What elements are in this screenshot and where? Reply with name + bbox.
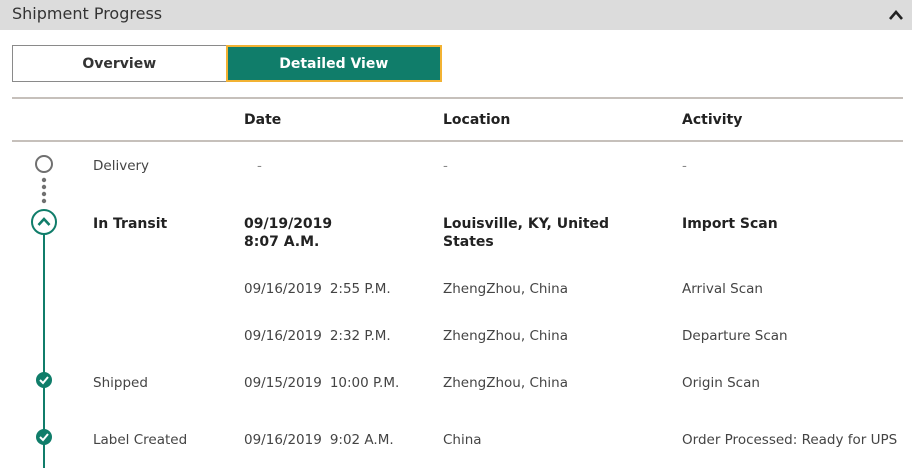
status-label-created: Label Created [93, 432, 188, 448]
activity-cell: Departure Scan [682, 328, 788, 344]
date-cell: 09/16/2019 2:32 P.M. [244, 328, 391, 344]
activity-cell: Order Processed: Ready for UPS [682, 432, 898, 448]
timeline-dotted-connector [41, 177, 47, 204]
column-header-date: Date [244, 112, 282, 128]
section-header: Shipment Progress [0, 0, 912, 30]
column-header-location: Location [443, 112, 511, 128]
top-divider [12, 97, 903, 99]
empty-circle-icon [35, 155, 53, 173]
activity-cell: Import Scan [682, 216, 778, 232]
date-cell: 09/19/2019 8:07 A.M. [244, 215, 394, 251]
time-value: 2:55 P.M. [329, 281, 391, 297]
status-in-transit: In Transit [93, 216, 168, 232]
time-value: 10:00 P.M. [329, 375, 400, 391]
location-cell: - [443, 158, 448, 174]
time-value: 9:02 A.M. [329, 432, 394, 448]
chevron-up-icon[interactable] [888, 8, 904, 22]
progress-timeline [31, 155, 57, 468]
date-cell: 09/16/2019 2:55 P.M. [244, 281, 391, 297]
time-value: 8:07 A.M. [244, 234, 320, 250]
detailed-view-button[interactable]: Detailed View [225, 45, 442, 82]
location-cell: Louisville, KY, United States [443, 216, 610, 250]
date-value: 09/19/2019 [244, 216, 333, 232]
date-value: 09/15/2019 [244, 375, 322, 391]
check-circle-icon [36, 429, 52, 445]
status-delivery: Delivery [93, 158, 150, 174]
activity-cell: - [682, 158, 687, 174]
column-header-activity: Activity [682, 112, 743, 128]
location-cell: ZhengZhou, China [443, 281, 569, 297]
chevron-up-circle-icon [31, 209, 57, 235]
date-cell: - [257, 158, 262, 174]
activity-cell: Origin Scan [682, 375, 760, 391]
header-divider [12, 140, 903, 142]
activity-cell: Arrival Scan [682, 281, 763, 297]
location-cell: ZhengZhou, China [443, 328, 569, 344]
date-value: 09/16/2019 [244, 432, 322, 448]
date-value: 09/16/2019 [244, 328, 322, 344]
status-shipped: Shipped [93, 375, 148, 391]
check-circle-icon [36, 372, 52, 388]
date-cell: 09/16/2019 9:02 A.M. [244, 432, 394, 448]
location-cell: ZhengZhou, China [443, 375, 569, 391]
time-value: 2:32 P.M. [329, 328, 391, 344]
date-cell: 09/15/2019 10:00 P.M. [244, 375, 399, 391]
location-cell: China [443, 432, 482, 448]
date-value: 09/16/2019 [244, 281, 322, 297]
